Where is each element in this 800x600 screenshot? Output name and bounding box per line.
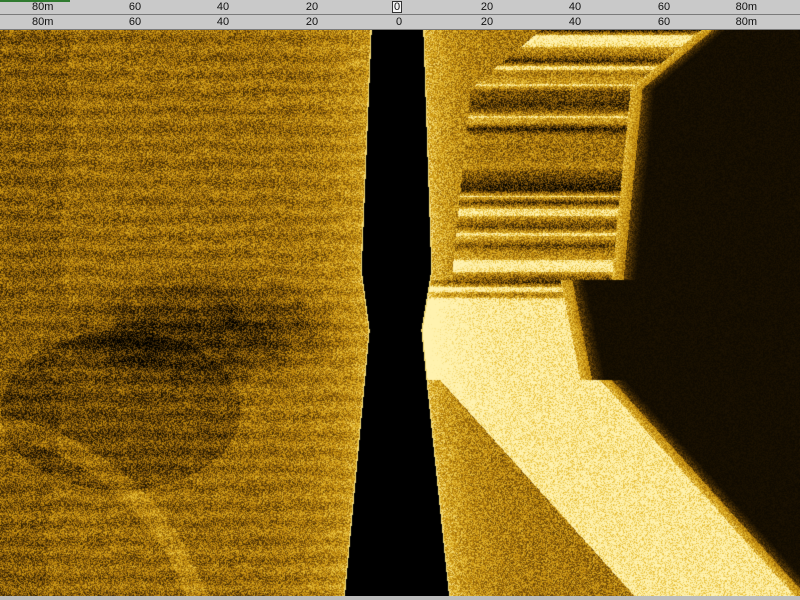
scale-tick-label: 80m bbox=[32, 1, 54, 13]
scale-tick-label: 80m bbox=[735, 16, 757, 28]
scale-tick-label: 40 bbox=[568, 16, 582, 28]
scale-tick-label: 60 bbox=[657, 1, 671, 13]
scale-tick-label: 60 bbox=[128, 16, 142, 28]
scale-tick-label: 80m bbox=[32, 16, 54, 28]
scale-tick-label: 0 bbox=[395, 16, 403, 28]
scale-tick-label: 80m bbox=[735, 1, 757, 13]
scale-tick-label: 20 bbox=[305, 1, 319, 13]
scale-tick-label: 60 bbox=[128, 1, 142, 13]
scale-tick-label: 40 bbox=[568, 1, 582, 13]
scale-tick-label: 60 bbox=[657, 16, 671, 28]
range-scale-top: 80m 60 40 20 0 20 40 60 80m bbox=[0, 0, 800, 15]
side-scan-sonar-image[interactable] bbox=[0, 30, 800, 598]
scale-tick-label: 40 bbox=[216, 1, 230, 13]
scale-tick-label: 40 bbox=[216, 16, 230, 28]
scale-tick-label: 0 bbox=[393, 1, 401, 13]
scale-tick-label: 20 bbox=[480, 1, 494, 13]
range-scale-bottom: 80m 60 40 20 0 20 40 60 80m bbox=[0, 15, 800, 30]
scale-tick-label: 20 bbox=[305, 16, 319, 28]
status-bar bbox=[0, 596, 800, 600]
scale-tick-label: 20 bbox=[480, 16, 494, 28]
